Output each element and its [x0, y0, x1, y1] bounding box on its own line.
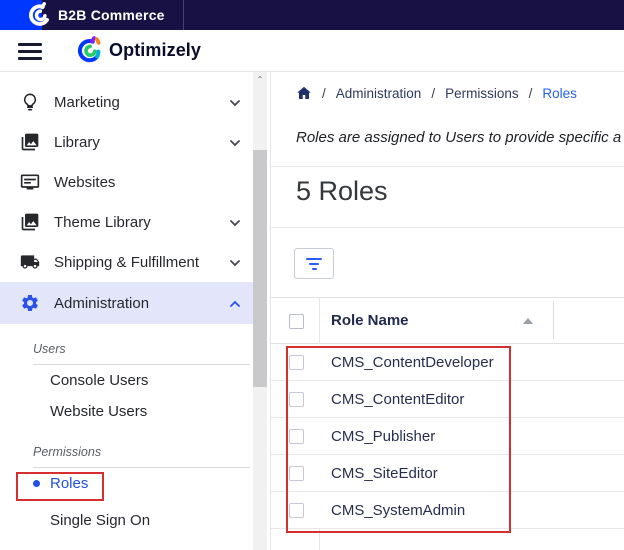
sidebar-item-label: Theme Library — [54, 214, 229, 231]
table-header: Role Name — [271, 297, 624, 344]
sidebar-item-websites[interactable]: Websites — [0, 162, 253, 202]
optimizely-brand-logo[interactable]: Optimizely — [74, 34, 201, 66]
page-description: Roles are assigned to Users to provide s… — [296, 129, 621, 146]
browser-icon — [20, 172, 40, 192]
breadcrumb-permissions[interactable]: Permissions — [445, 86, 519, 101]
sidebar-item-shipping-fulfillment[interactable]: Shipping & Fulfillment — [0, 242, 253, 282]
chevron-down-icon — [229, 214, 241, 231]
optimizely-color-mark-icon — [74, 34, 106, 66]
breadcrumb-separator: / — [431, 86, 435, 101]
table-row[interactable]: CMS_SiteEditor — [271, 455, 624, 492]
chevron-down-icon — [229, 94, 241, 111]
hamburger-menu-icon[interactable] — [18, 43, 42, 60]
sidebar-item-website-users[interactable]: Website Users — [0, 396, 253, 427]
sidebar-item-label: Marketing — [54, 94, 229, 111]
select-all-checkbox[interactable] — [289, 314, 304, 329]
row-checkbox[interactable] — [289, 503, 304, 518]
sidebar-item-label: Library — [54, 134, 229, 151]
chevron-down-icon — [229, 134, 241, 151]
photo-library-icon — [20, 212, 40, 232]
sidebar-item-single-sign-on[interactable]: Single Sign On — [0, 505, 253, 536]
table-row[interactable]: CMS_SystemAdmin — [271, 492, 624, 529]
home-icon[interactable] — [296, 85, 312, 101]
row-checkbox[interactable] — [289, 429, 304, 444]
column-header-role-name[interactable]: Role Name — [331, 312, 409, 329]
sidebar-scrollbar[interactable]: ⌃ — [253, 72, 267, 550]
brand-wordmark: Optimizely — [109, 40, 201, 61]
optimizely-mark-icon — [26, 1, 54, 29]
group-label-users: Users — [0, 336, 253, 364]
sidebar-group-users: Users Console Users Website Users — [0, 336, 253, 427]
divider — [271, 166, 624, 167]
photo-library-icon — [20, 132, 40, 152]
topbar: B2B Commerce — [0, 0, 624, 30]
row-checkbox[interactable] — [289, 466, 304, 481]
gear-icon — [20, 293, 40, 313]
sort-ascending-icon[interactable] — [523, 318, 533, 324]
breadcrumb: / Administration / Permissions / Roles — [296, 85, 577, 101]
table-row[interactable]: CMS_ContentEditor — [271, 381, 624, 418]
lightbulb-icon — [20, 92, 40, 112]
row-checkbox[interactable] — [289, 392, 304, 407]
chevron-up-icon — [229, 295, 241, 312]
sidebar-item-roles[interactable]: Roles — [0, 468, 253, 499]
sidebar-group-permissions: Permissions Roles Single Sign On — [0, 439, 253, 536]
sidebar-item-theme-library[interactable]: Theme Library — [0, 202, 253, 242]
topbar-divider — [183, 0, 184, 30]
role-name-cell: CMS_Publisher — [331, 418, 435, 455]
screen: B2B Commerce Optimizely Mark — [0, 0, 624, 550]
product-title: B2B Commerce — [58, 0, 165, 30]
scroll-up-arrow-icon[interactable]: ⌃ — [253, 72, 267, 87]
breadcrumb-separator: / — [322, 86, 326, 101]
page-title: 5 Roles — [296, 176, 388, 207]
group-label-permissions: Permissions — [0, 439, 253, 467]
sidebar-item-label: Roles — [50, 475, 88, 492]
table-row[interactable]: CMS_Publisher — [271, 418, 624, 455]
sidebar-item-label: Shipping & Fulfillment — [54, 254, 229, 271]
app-header: Optimizely — [0, 30, 624, 72]
selected-bullet-icon — [33, 480, 40, 487]
sidebar-item-library[interactable]: Library — [0, 122, 253, 162]
filter-button[interactable] — [294, 248, 334, 279]
filter-icon — [306, 258, 322, 260]
breadcrumb-roles[interactable]: Roles — [542, 86, 577, 101]
sidebar-item-console-users[interactable]: Console Users — [0, 365, 253, 396]
sidebar-item-label: Websites — [54, 174, 241, 191]
sidebar-item-administration[interactable]: Administration — [0, 282, 253, 324]
divider — [271, 227, 624, 228]
sidebar-item-label: Administration — [54, 295, 229, 312]
main-content: / Administration / Permissions / Roles R… — [270, 72, 624, 550]
role-name-cell: CMS_ContentDeveloper — [331, 344, 494, 381]
breadcrumb-administration[interactable]: Administration — [336, 86, 422, 101]
role-name-cell: CMS_SiteEditor — [331, 455, 438, 492]
scrollbar-thumb[interactable] — [253, 150, 267, 387]
sidebar-item-marketing[interactable]: Marketing — [0, 82, 253, 122]
table-row[interactable]: CMS_ContentDeveloper — [271, 344, 624, 381]
breadcrumb-separator: / — [529, 86, 533, 101]
truck-icon — [20, 252, 40, 272]
row-checkbox[interactable] — [289, 355, 304, 370]
sidebar: Marketing Library Websites — [0, 72, 253, 550]
column-resize-handle[interactable] — [553, 302, 554, 339]
chevron-down-icon — [229, 254, 241, 271]
role-name-cell: CMS_ContentEditor — [331, 381, 464, 418]
role-name-cell: CMS_SystemAdmin — [331, 492, 465, 529]
